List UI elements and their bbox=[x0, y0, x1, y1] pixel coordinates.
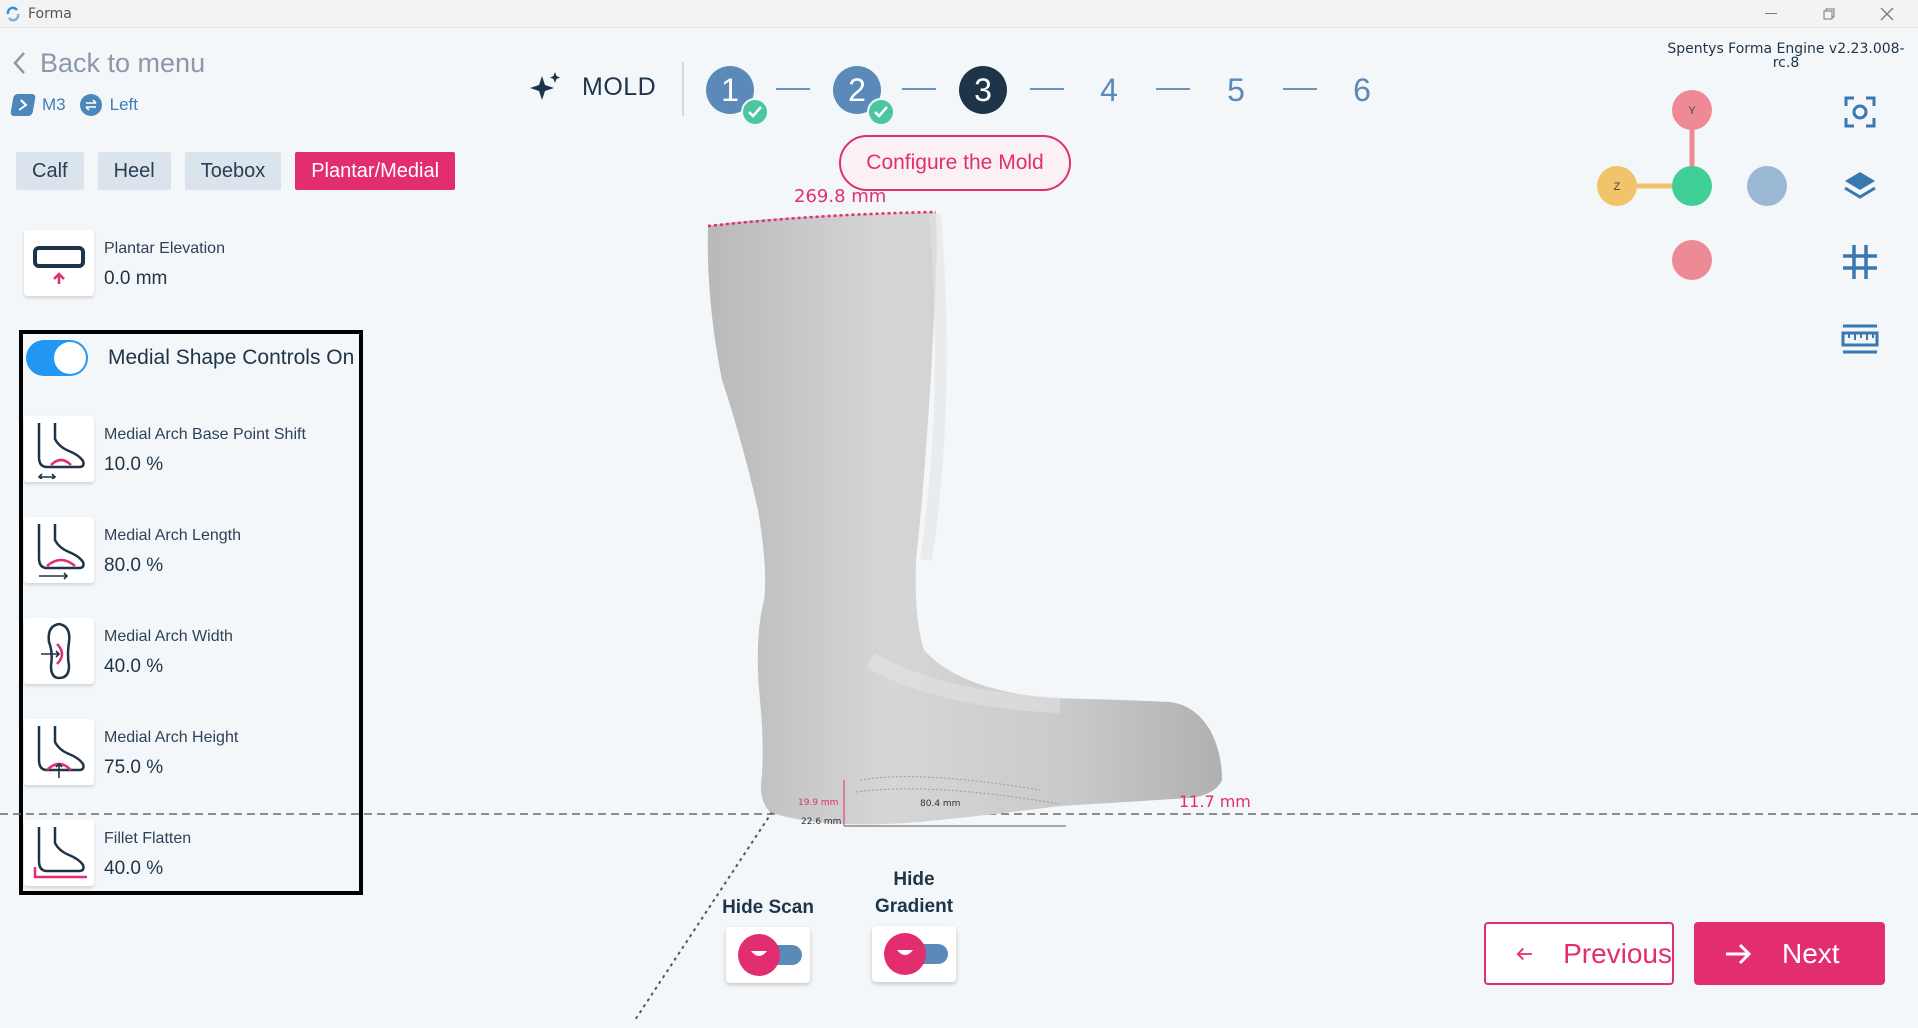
toe-height-dimension: 11.7 mm bbox=[1179, 792, 1251, 811]
back-label: Back to menu bbox=[40, 47, 206, 78]
restore-button[interactable] bbox=[1806, 0, 1852, 28]
hide-gradient-control: Hide Gradient bbox=[862, 866, 966, 982]
arch-dimension-2: 22.6 mm bbox=[801, 817, 842, 827]
stepper-divider bbox=[682, 62, 684, 116]
step-connector bbox=[902, 88, 936, 90]
step-3[interactable]: 3 bbox=[959, 66, 1007, 114]
screenshot-button[interactable] bbox=[1838, 90, 1882, 134]
hide-scan-control: Hide Scan bbox=[716, 894, 820, 983]
tag-model: M3 bbox=[10, 94, 66, 116]
hide-scan-toggle[interactable] bbox=[726, 927, 810, 983]
step-connector bbox=[1156, 88, 1190, 90]
check-icon bbox=[867, 98, 895, 126]
tag-side-label: Left bbox=[109, 95, 138, 114]
back-to-menu-link[interactable]: Back to menu bbox=[12, 46, 205, 80]
y-axis-label: Y bbox=[1688, 105, 1696, 117]
mold-label: MOLD bbox=[582, 72, 657, 101]
scan-icon bbox=[738, 934, 780, 976]
step-6[interactable]: 6 bbox=[1338, 66, 1386, 114]
tag-side: Left bbox=[79, 94, 138, 116]
chevron-left-icon bbox=[13, 52, 25, 74]
gradient-icon bbox=[884, 933, 926, 975]
arrow-left-icon bbox=[1516, 947, 1532, 960]
previous-button[interactable]: Previous bbox=[1484, 922, 1674, 985]
tag-model-label: M3 bbox=[42, 95, 66, 114]
close-icon bbox=[1880, 7, 1894, 21]
camera-focus-icon bbox=[1844, 96, 1876, 128]
swap-icon bbox=[79, 94, 102, 116]
top-width-dimension: 269.8 mm bbox=[794, 186, 887, 207]
arrow-right-icon bbox=[1726, 943, 1752, 964]
case-tags: M3 Left bbox=[10, 94, 152, 116]
hide-gradient-label-1: Hide bbox=[893, 869, 935, 890]
step-connector bbox=[1030, 88, 1064, 90]
previous-label: Previous bbox=[1563, 937, 1672, 969]
hexagon-icon bbox=[10, 94, 36, 116]
check-icon bbox=[741, 98, 769, 126]
minimize-icon bbox=[1765, 13, 1777, 14]
restore-icon bbox=[1823, 8, 1835, 20]
boot-mold-model bbox=[707, 212, 1222, 825]
engine-version: Spentys Forma Engine v2.23.008-rc.8 bbox=[1667, 41, 1905, 71]
step-5[interactable]: 5 bbox=[1212, 66, 1260, 114]
step-connector bbox=[1283, 88, 1317, 90]
step-connector bbox=[776, 88, 810, 90]
arch-dimension-1: 19.9 mm bbox=[798, 798, 839, 808]
forma-logo-icon bbox=[6, 6, 20, 22]
arch-dimension-3: 80.4 mm bbox=[920, 799, 961, 809]
next-label: Next bbox=[1782, 937, 1840, 969]
step-4[interactable]: 4 bbox=[1085, 66, 1133, 114]
window-title: Forma bbox=[28, 6, 72, 22]
hide-gradient-toggle[interactable] bbox=[872, 926, 956, 982]
close-button[interactable] bbox=[1864, 0, 1910, 28]
title-bar: Forma bbox=[0, 0, 1918, 28]
hide-scan-label: Hide Scan bbox=[722, 897, 814, 918]
mold-section: MOLD bbox=[528, 70, 656, 104]
hide-gradient-label-2: Gradient bbox=[874, 896, 954, 917]
sparkle-icon bbox=[530, 72, 560, 100]
minimize-button[interactable] bbox=[1748, 0, 1794, 28]
next-button[interactable]: Next bbox=[1694, 922, 1885, 985]
